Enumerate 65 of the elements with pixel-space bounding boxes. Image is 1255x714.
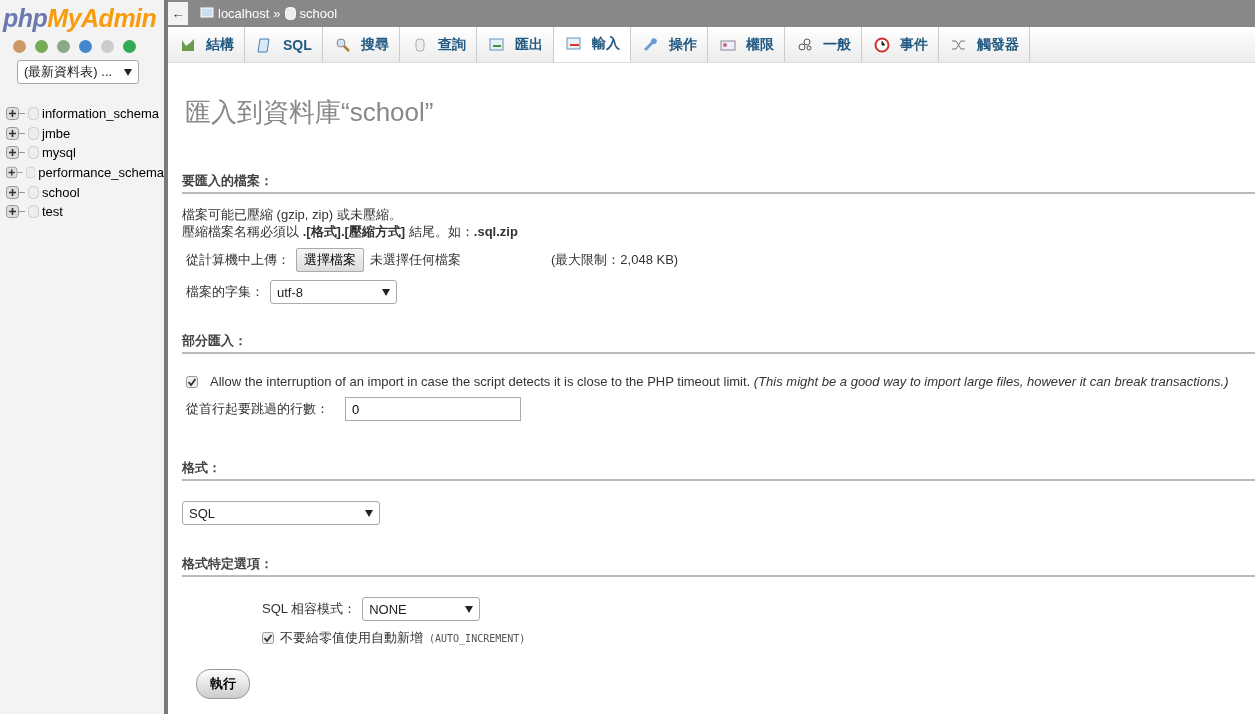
expand-icon[interactable] xyxy=(6,166,23,180)
compat-mode-label: SQL 相容模式： xyxy=(262,600,357,618)
wrench-icon xyxy=(642,36,659,53)
search-icon xyxy=(334,36,351,53)
checkbox[interactable] xyxy=(262,632,274,644)
choose-file-button[interactable]: 選擇檔案 xyxy=(296,248,364,272)
go-button[interactable]: 執行 xyxy=(196,669,250,699)
expand-icon[interactable] xyxy=(6,205,25,219)
routines-icon xyxy=(796,36,813,53)
tab[interactable]: SQL xyxy=(245,27,323,62)
tab[interactable]: 一般 xyxy=(784,27,862,62)
caret-icon xyxy=(124,68,132,76)
skip-rows-field[interactable]: 0 xyxy=(345,397,521,421)
filename-note: 壓縮檔案名稱必須以 .[格式].[壓縮方式] 結尾。如：.sql.zip xyxy=(182,223,519,240)
tab[interactable]: 查詢 xyxy=(399,27,477,62)
checkbox[interactable] xyxy=(186,375,198,388)
expand-icon[interactable] xyxy=(6,146,25,160)
caret-icon xyxy=(365,509,373,517)
tab[interactable]: 操作 xyxy=(630,27,708,62)
section-heading: 格式特定選項： xyxy=(182,555,1255,577)
separator: » xyxy=(273,6,281,21)
caret-icon xyxy=(382,288,390,296)
recent-tables-select[interactable]: (最新資料表) ... xyxy=(17,60,139,84)
no-file-text: 未選擇任何檔案 xyxy=(370,251,461,269)
server-link[interactable]: localhost xyxy=(218,6,270,21)
checkbox-label: 不要給零值使用自動新增 xyxy=(280,629,423,647)
upload-label: 從計算機中上傳： xyxy=(186,251,290,269)
page-title: 匯入到資料庫“school” xyxy=(185,96,435,129)
database-link[interactable]: performance_schema xyxy=(38,165,164,181)
charset-label: 檔案的字集： xyxy=(186,283,264,301)
compat-mode-select[interactable]: NONE xyxy=(362,597,481,621)
database-link[interactable]: jmbe xyxy=(42,125,71,141)
export-icon xyxy=(488,36,505,53)
tab[interactable]: 觸發器 xyxy=(938,27,1030,62)
skip-rows-label: 從首行起要跳過的行數： xyxy=(186,400,329,418)
tab[interactable]: 輸入 xyxy=(553,27,631,62)
expand-icon[interactable] xyxy=(6,126,25,140)
tab[interactable]: 搜尋 xyxy=(322,27,400,62)
max-size-text: (最大限制：2,048 KB) xyxy=(551,251,679,269)
import-icon xyxy=(565,36,582,52)
checkbox-label: Allow the interruption of an import in case the script detects it is close to the PHP timeout limit. (This might be a good way to import large files, however it can break transactions.) xyxy=(210,374,1229,389)
back-button[interactable]: ← xyxy=(168,2,188,25)
caret-icon xyxy=(465,605,474,613)
server-icon xyxy=(200,7,214,20)
database-link[interactable]: test xyxy=(42,204,63,220)
section-heading: 部分匯入： xyxy=(182,332,1255,354)
tab[interactable]: 權限 xyxy=(707,27,785,62)
tab[interactable]: 事件 xyxy=(861,27,939,62)
logo[interactable]: phpMyAdmin xyxy=(0,0,164,33)
section-heading: 要匯入的檔案： xyxy=(182,172,1255,194)
database-link[interactable]: school xyxy=(299,6,338,21)
tab[interactable]: 結構 xyxy=(168,27,245,62)
database-link[interactable]: school xyxy=(42,184,80,200)
expand-icon[interactable] xyxy=(6,107,25,121)
code-text: (AUTO_INCREMENT) xyxy=(429,632,526,644)
compression-note: 檔案可能已壓縮 (gzip, zip) 或未壓縮。 xyxy=(182,206,403,223)
charset-select[interactable]: utf-8 xyxy=(270,280,397,304)
section-heading: 格式： xyxy=(182,459,1255,481)
database-link[interactable]: mysql xyxy=(42,145,76,161)
sql-icon xyxy=(257,36,273,53)
expand-icon[interactable] xyxy=(6,185,25,199)
tab[interactable]: 匯出 xyxy=(476,27,554,62)
database-link[interactable]: information_schema xyxy=(42,106,160,122)
clock-icon xyxy=(873,36,890,53)
format-select[interactable]: SQL xyxy=(182,501,380,525)
